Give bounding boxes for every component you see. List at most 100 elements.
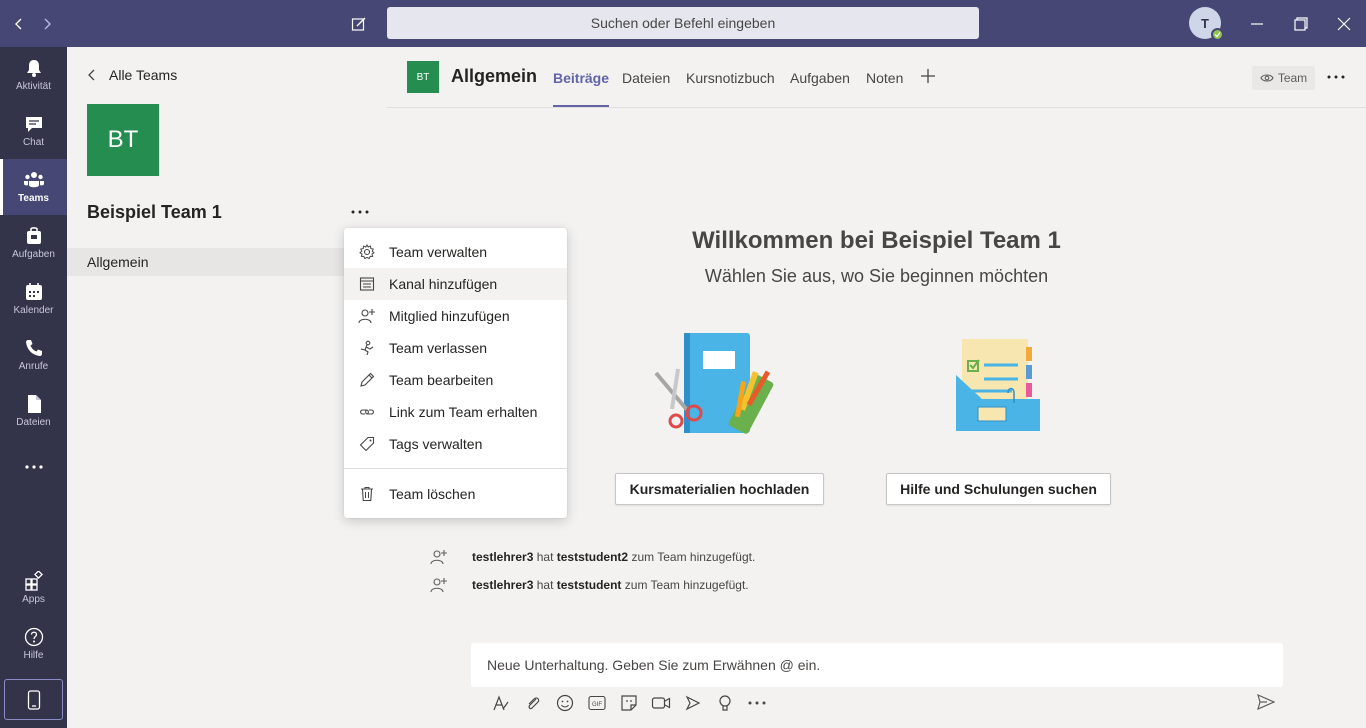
apps-icon (24, 571, 43, 591)
rail-item-aufgaben[interactable]: Aufgaben (0, 215, 67, 271)
menu-item-leave-team[interactable]: Team verlassen (344, 332, 567, 364)
chevron-left-icon (88, 69, 95, 81)
close-icon[interactable] (1331, 0, 1357, 47)
upload-course-materials-button[interactable]: Kursmaterialien hochladen (615, 473, 824, 505)
add-channel-icon (359, 277, 374, 291)
menu-item-get-link[interactable]: Link zum Team erhalten (344, 396, 567, 428)
channel-item-allgemein[interactable]: Allgemein (67, 248, 357, 276)
activity-text: zum Team hinzugefügt. (624, 578, 749, 592)
menu-label: Mitglied hinzufügen (389, 308, 510, 324)
activity-target: teststudent2 (556, 550, 629, 564)
team-panel: Alle Teams BT Beispiel Team 1 Allgemein (67, 47, 387, 728)
activity-verb: hat (536, 550, 554, 564)
team-more-options-button[interactable] (347, 201, 373, 223)
rail-item-aktivitaet[interactable]: Aktivität (0, 47, 67, 103)
header-more-options-icon[interactable] (1327, 67, 1345, 87)
menu-item-add-member[interactable]: Mitglied hinzufügen (344, 300, 567, 332)
rail-label: Aufgaben (12, 249, 55, 260)
compose-toolbar: GIF (485, 692, 773, 714)
rail-item-anrufe[interactable]: Anrufe (0, 327, 67, 383)
tab-aufgaben[interactable]: Aufgaben (790, 70, 850, 86)
menu-label: Team verwalten (389, 244, 488, 260)
menu-item-manage-team[interactable]: Team verwalten (344, 236, 567, 268)
avatar-initial: T (1201, 15, 1209, 31)
rail-label: Hilfe (23, 650, 44, 661)
add-member-icon (357, 309, 375, 324)
pencil-icon (359, 372, 374, 387)
search-input[interactable]: Suchen oder Befehl eingeben (387, 7, 979, 39)
assignments-icon (26, 227, 41, 244)
avatar[interactable]: T (1189, 7, 1224, 41)
rail-item-apps[interactable]: Apps (0, 560, 67, 616)
back-arrow-icon[interactable] (8, 0, 30, 47)
files-icon (27, 395, 41, 413)
activity-text: zum Team hinzugefügt. (631, 550, 756, 564)
forward-arrow-icon[interactable] (36, 0, 58, 47)
rail-item-chat[interactable]: Chat (0, 103, 67, 159)
rail-item-hilfe[interactable]: Hilfe (0, 616, 67, 672)
back-label: Alle Teams (109, 67, 178, 83)
app-rail: Aktivität Chat Teams Aufgaben Kalender A… (0, 47, 67, 728)
praise-icon[interactable] (709, 694, 741, 712)
menu-divider (344, 468, 567, 469)
rail-label: Anrufe (18, 361, 49, 372)
rail-item-teams[interactable]: Teams (0, 159, 67, 215)
mobile-phone-icon (27, 689, 40, 710)
notebook-scissors-illustration (654, 333, 774, 434)
back-to-all-teams[interactable]: Alle Teams (87, 67, 177, 83)
restore-icon[interactable] (1288, 0, 1314, 47)
team-name: Beispiel Team 1 (87, 202, 222, 222)
link-icon (359, 409, 374, 415)
sticker-icon[interactable] (613, 694, 645, 712)
gear-icon (358, 244, 375, 260)
rail-label: Aktivität (15, 81, 51, 92)
menu-item-manage-tags[interactable]: Tags verwalten (344, 428, 567, 460)
meet-now-icon[interactable] (645, 695, 677, 711)
more-horizontal-icon (351, 210, 369, 214)
menu-label: Team verlassen (389, 340, 488, 356)
send-icon[interactable] (1257, 694, 1275, 710)
rail-item-kalender[interactable]: Kalender (0, 271, 67, 327)
menu-item-add-channel[interactable]: Kanal hinzufügen (344, 268, 567, 300)
team-chip-label: Team (1277, 71, 1308, 85)
chat-icon (25, 117, 42, 132)
menu-label: Team bearbeiten (389, 372, 494, 388)
folder-documents-illustration (956, 339, 1040, 431)
add-member-icon (430, 550, 447, 565)
gif-icon[interactable]: GIF (581, 695, 613, 711)
calendar-icon (25, 283, 42, 300)
format-icon[interactable] (485, 694, 517, 712)
more-apps-icon[interactable] (0, 439, 67, 495)
trash-icon (360, 486, 373, 502)
rail-label: Chat (22, 137, 45, 148)
channel-team-avatar: BT (407, 61, 439, 93)
find-help-training-button[interactable]: Hilfe und Schulungen suchen (886, 473, 1111, 505)
bell-icon (26, 60, 41, 77)
rail-label: Kalender (13, 305, 54, 316)
emoji-icon[interactable] (549, 694, 581, 712)
eye-icon (1260, 74, 1274, 82)
attach-icon[interactable] (517, 694, 549, 712)
channel-label: Allgemein (87, 254, 149, 270)
team-visibility-chip[interactable]: Team (1252, 66, 1315, 90)
compose-icon[interactable] (348, 0, 370, 47)
tab-kursnotizbuch[interactable]: Kursnotizbuch (686, 70, 775, 86)
activity-actor: testlehrer3 (472, 550, 534, 564)
add-tab-plus-icon[interactable] (920, 68, 936, 84)
rail-item-dateien[interactable]: Dateien (0, 383, 67, 439)
tab-beitraege[interactable]: Beiträge (553, 70, 610, 107)
menu-label: Link zum Team erhalten (389, 404, 538, 420)
tab-noten[interactable]: Noten (866, 70, 903, 86)
more-options-icon[interactable] (741, 701, 773, 705)
team-options-menu: Team verwalten Kanal hinzufügen Mitglied… (344, 228, 567, 518)
gif-label: GIF (592, 702, 602, 708)
leave-icon (360, 340, 373, 356)
mobile-app-button[interactable] (4, 679, 63, 720)
tab-dateien[interactable]: Dateien (622, 70, 670, 86)
minimize-icon[interactable] (1244, 0, 1270, 47)
help-icon (24, 627, 43, 647)
stream-icon[interactable] (677, 694, 709, 712)
new-conversation-input[interactable]: Neue Unterhaltung. Geben Sie zum Erwähne… (471, 643, 1283, 687)
menu-item-delete-team[interactable]: Team löschen (344, 478, 567, 510)
menu-item-edit-team[interactable]: Team bearbeiten (344, 364, 567, 396)
